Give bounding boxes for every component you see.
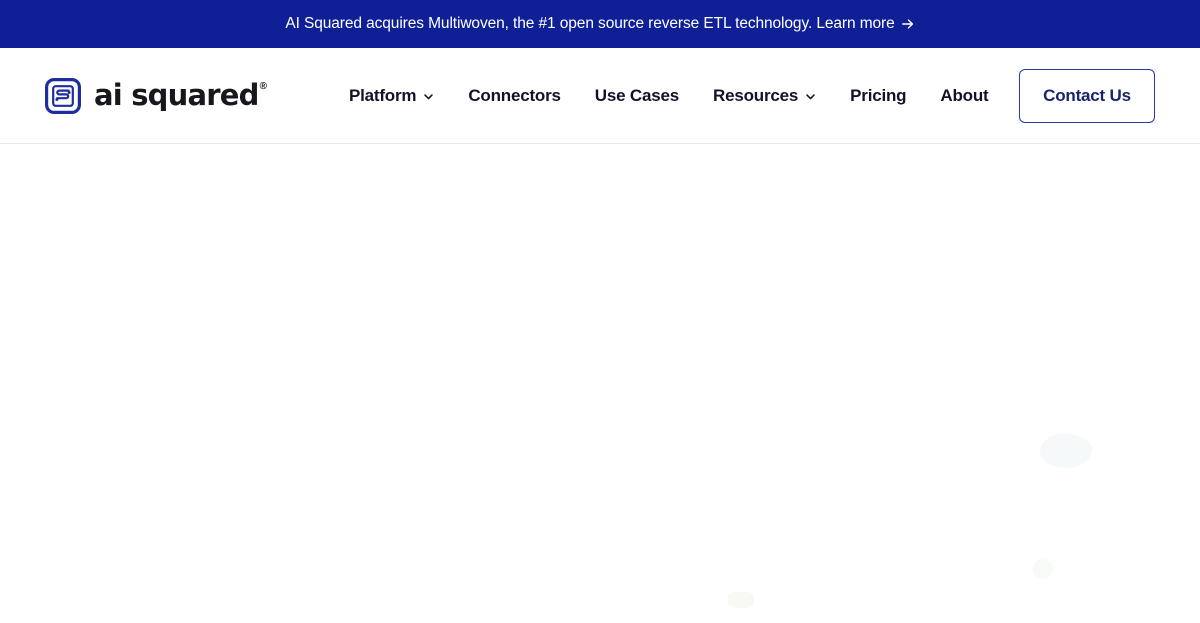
nav-item-resources-label: Resources: [713, 86, 799, 105]
arrow-right-icon: [901, 17, 915, 31]
nav-item-pricing-label: Pricing: [850, 86, 907, 105]
decorative-shape: [1040, 434, 1092, 468]
nav-item-platform-label: Platform: [348, 86, 417, 105]
site-logo[interactable]: ai squared ®: [45, 77, 267, 114]
nav-item-about[interactable]: About: [940, 87, 988, 104]
site-logo-wordmark-text: ai squared: [94, 78, 259, 112]
ai-squared-logo-mark-icon: [45, 77, 81, 114]
chevron-down-icon[interactable]: [423, 91, 434, 102]
chevron-down-icon[interactable]: [805, 91, 816, 102]
decorative-shape: [1033, 559, 1053, 579]
site-header: ai squared ® Platform Connectors Use Cas…: [0, 48, 1200, 144]
announcement-link[interactable]: AI Squared acquires Multiwoven, the #1 o…: [285, 16, 914, 32]
registered-trademark-symbol: ®: [259, 81, 267, 92]
nav-item-about-label: About: [940, 86, 989, 105]
announcement-banner[interactable]: AI Squared acquires Multiwoven, the #1 o…: [0, 0, 1200, 48]
nav-item-use-cases[interactable]: Use Cases: [595, 87, 679, 104]
page-content-area: [0, 144, 1200, 623]
nav-item-use-cases-label: Use Cases: [594, 86, 679, 105]
header-cta-container: Contact Us: [1019, 68, 1155, 123]
nav-item-pricing[interactable]: Pricing: [850, 87, 906, 104]
decorative-shape: [728, 592, 754, 608]
announcement-text: AI Squared acquires Multiwoven, the #1 o…: [285, 15, 895, 33]
main-navigation: Platform Connectors Use Cases Resources …: [349, 87, 989, 104]
contact-us-button[interactable]: Contact Us: [1019, 68, 1155, 123]
nav-item-connectors-label: Connectors: [468, 86, 561, 105]
nav-item-platform[interactable]: Platform: [349, 87, 434, 104]
site-logo-wordmark: ai squared ®: [94, 78, 267, 112]
nav-item-connectors[interactable]: Connectors: [468, 86, 561, 105]
nav-item-resources[interactable]: Resources: [713, 87, 816, 104]
